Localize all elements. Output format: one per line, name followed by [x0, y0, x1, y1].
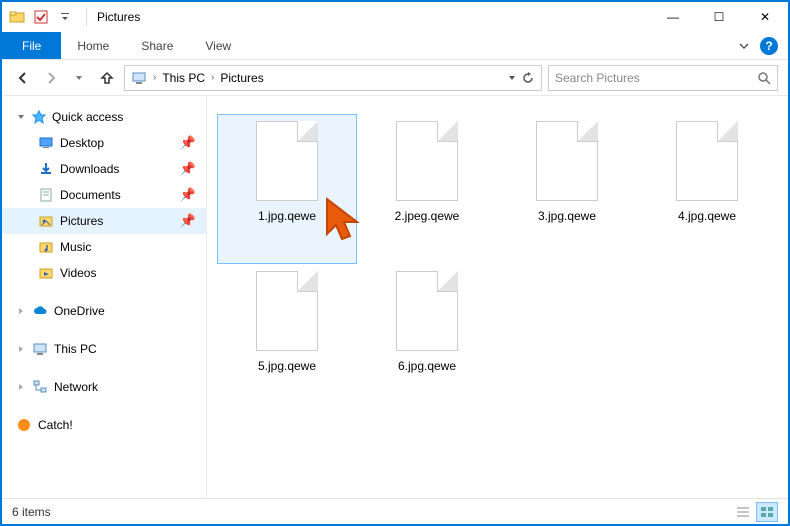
- file-name: 5.jpg.qewe: [258, 359, 316, 373]
- catch-icon: [16, 417, 32, 433]
- sidebar-item-documents[interactable]: Documents 📌: [2, 182, 206, 208]
- chevron-right-icon: [16, 344, 26, 354]
- sidebar-item-label: Downloads: [60, 162, 119, 176]
- breadcrumb-pictures[interactable]: Pictures: [220, 71, 263, 85]
- refresh-icon[interactable]: [521, 71, 535, 85]
- sidebar-item-label: Quick access: [52, 110, 123, 124]
- downloads-icon: [38, 161, 54, 177]
- properties-icon[interactable]: [30, 6, 52, 28]
- sidebar-item-label: Pictures: [60, 214, 103, 228]
- view-icons-button[interactable]: [756, 502, 778, 522]
- pictures-icon: [38, 213, 54, 229]
- up-button[interactable]: [96, 67, 118, 89]
- chevron-down-icon: [16, 112, 26, 122]
- desktop-icon: [38, 135, 54, 151]
- file-item[interactable]: 6.jpg.qewe: [357, 264, 497, 414]
- documents-icon: [38, 187, 54, 203]
- file-icon: [256, 271, 318, 351]
- search-icon[interactable]: [757, 71, 771, 85]
- sidebar-item-label: Desktop: [60, 136, 104, 150]
- sidebar-onedrive[interactable]: OneDrive: [2, 298, 206, 324]
- sidebar-item-pictures[interactable]: Pictures 📌: [2, 208, 206, 234]
- file-pane[interactable]: 1.jpg.qewe 2.jpeg.qewe 3.jpg.qewe 4.jpg.…: [207, 96, 788, 498]
- window-controls: — ☐ ✕: [650, 2, 788, 32]
- sidebar-item-label: Catch!: [38, 418, 73, 432]
- explorer-window: Pictures — ☐ ✕ File Home Share View ? › …: [0, 0, 790, 526]
- sidebar-quick-access[interactable]: Quick access: [2, 104, 206, 130]
- maximize-button[interactable]: ☐: [696, 2, 742, 32]
- folder-icon: [6, 6, 28, 28]
- file-name: 6.jpg.qewe: [398, 359, 456, 373]
- pc-icon: [32, 341, 48, 357]
- address-bar[interactable]: › This PC › Pictures: [124, 65, 542, 91]
- sidebar-item-downloads[interactable]: Downloads 📌: [2, 156, 206, 182]
- close-button[interactable]: ✕: [742, 2, 788, 32]
- sidebar-item-desktop[interactable]: Desktop 📌: [2, 130, 206, 156]
- tab-file[interactable]: File: [2, 32, 61, 59]
- search-placeholder: Search Pictures: [555, 71, 757, 85]
- ribbon-expand-icon[interactable]: [738, 40, 750, 52]
- sidebar-catch[interactable]: Catch!: [2, 412, 206, 438]
- sidebar-item-videos[interactable]: Videos: [2, 260, 206, 286]
- sidebar-item-label: OneDrive: [54, 304, 105, 318]
- file-item[interactable]: 3.jpg.qewe: [497, 114, 637, 264]
- sidebar-item-label: Music: [60, 240, 91, 254]
- titlebar: Pictures — ☐ ✕: [2, 2, 788, 32]
- file-item[interactable]: 1.jpg.qewe: [217, 114, 357, 264]
- breadcrumb-thispc[interactable]: This PC: [162, 71, 205, 85]
- chevron-right-icon[interactable]: ›: [209, 72, 216, 83]
- sidebar-item-label: Network: [54, 380, 98, 394]
- pin-icon: 📌: [180, 213, 196, 229]
- file-name: 4.jpg.qewe: [678, 209, 736, 223]
- pin-icon: 📌: [180, 187, 196, 203]
- nav-row: › This PC › Pictures Search Pictures: [2, 60, 788, 96]
- file-icon: [396, 271, 458, 351]
- chevron-right-icon: [16, 382, 26, 392]
- sidebar-thispc[interactable]: This PC: [2, 336, 206, 362]
- file-icon: [256, 121, 318, 201]
- chevron-right-icon[interactable]: ›: [151, 72, 158, 83]
- navigation-pane: Quick access Desktop 📌 Downloads 📌 Docum…: [2, 96, 207, 498]
- address-dropdown-icon[interactable]: [507, 73, 517, 83]
- statusbar: 6 items: [2, 498, 788, 524]
- sidebar-item-music[interactable]: Music: [2, 234, 206, 260]
- status-item-count: 6 items: [12, 505, 51, 519]
- ribbon-tabs: File Home Share View ?: [2, 32, 788, 60]
- sidebar-item-label: Documents: [60, 188, 121, 202]
- file-item[interactable]: 4.jpg.qewe: [637, 114, 777, 264]
- window-title: Pictures: [86, 8, 140, 26]
- recent-dropdown-icon[interactable]: [68, 67, 90, 89]
- minimize-button[interactable]: —: [650, 2, 696, 32]
- file-icon: [676, 121, 738, 201]
- tab-share[interactable]: Share: [125, 32, 189, 59]
- sidebar-network[interactable]: Network: [2, 374, 206, 400]
- pin-icon: 📌: [180, 135, 196, 151]
- music-icon: [38, 239, 54, 255]
- file-icon: [396, 121, 458, 201]
- sidebar-item-label: Videos: [60, 266, 96, 280]
- file-item[interactable]: 2.jpeg.qewe: [357, 114, 497, 264]
- network-icon: [32, 379, 48, 395]
- videos-icon: [38, 265, 54, 281]
- file-name: 3.jpg.qewe: [538, 209, 596, 223]
- qat-dropdown-icon[interactable]: [54, 6, 76, 28]
- tab-home[interactable]: Home: [61, 32, 125, 59]
- view-details-button[interactable]: [732, 502, 754, 522]
- file-name: 1.jpg.qewe: [258, 209, 316, 223]
- chevron-right-icon: [16, 306, 26, 316]
- tab-view[interactable]: View: [189, 32, 247, 59]
- file-icon: [536, 121, 598, 201]
- back-button[interactable]: [12, 67, 34, 89]
- file-item[interactable]: 5.jpg.qewe: [217, 264, 357, 414]
- sidebar-item-label: This PC: [54, 342, 97, 356]
- file-name: 2.jpeg.qewe: [395, 209, 460, 223]
- pin-icon: 📌: [180, 161, 196, 177]
- pc-icon: [131, 70, 147, 86]
- cloud-icon: [32, 303, 48, 319]
- forward-button[interactable]: [40, 67, 62, 89]
- star-icon: [32, 110, 46, 124]
- search-input[interactable]: Search Pictures: [548, 65, 778, 91]
- help-icon[interactable]: ?: [760, 37, 778, 55]
- quick-access-toolbar: [2, 6, 80, 28]
